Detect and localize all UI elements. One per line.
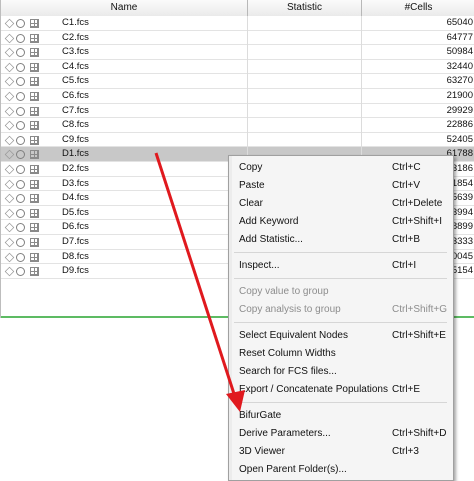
annotation-arrow: [154, 152, 245, 412]
workspace-window: Name Statistic #Cells C1.fcs 65040 C2.fcs 6…: [0, 0, 474, 481]
annotation-arrow-shaft: [154, 152, 238, 401]
annotation-arrow-head: [226, 390, 245, 412]
